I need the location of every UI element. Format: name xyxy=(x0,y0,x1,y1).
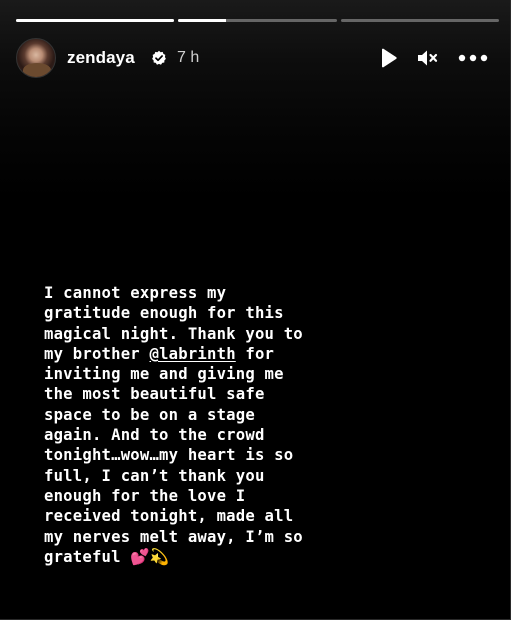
play-icon xyxy=(382,48,397,68)
caption-line: my nerves melt away, I’m so xyxy=(44,527,303,546)
progress-segment xyxy=(16,19,174,22)
caption-line: space to be on a stage xyxy=(44,405,255,424)
caption-line: full, I can’t thank you xyxy=(44,466,265,485)
two-hearts-emoji: 💕 xyxy=(130,547,150,566)
caption-line: I cannot express my xyxy=(44,284,227,302)
caption-line: inviting me and giving me xyxy=(44,365,284,384)
caption-text: grateful xyxy=(44,547,131,566)
caption-line: the most beautiful safe xyxy=(44,385,265,404)
progress-segment xyxy=(178,19,337,22)
verified-badge-icon xyxy=(152,50,166,65)
caption-line: gratitude enough for this xyxy=(44,304,284,323)
play-button[interactable] xyxy=(376,46,400,70)
story-viewer[interactable]: zendaya 7 h I cannot express my gratitud… xyxy=(0,0,511,620)
caption-line: magical night. Thank you to xyxy=(44,324,303,343)
story-header: zendaya 7 h xyxy=(16,38,499,78)
caption-line: received tonight, made all xyxy=(44,507,294,526)
mention-link[interactable]: @labrinth xyxy=(149,345,235,363)
more-options-button[interactable] xyxy=(458,46,488,70)
avatar[interactable] xyxy=(16,38,56,78)
caption-line-mention: my brother @labrinth for xyxy=(44,344,344,364)
more-horizontal-icon xyxy=(458,54,488,62)
caption-text: my brother xyxy=(44,344,150,363)
mute-button[interactable] xyxy=(415,46,439,70)
story-caption: I cannot express my gratitude enough for… xyxy=(44,283,344,567)
volume-muted-icon xyxy=(418,50,438,66)
progress-segment xyxy=(341,19,499,22)
post-time: 7 h xyxy=(177,49,200,66)
caption-line: tonight…wow…my heart is so xyxy=(44,446,294,465)
username[interactable]: zendaya xyxy=(67,48,135,68)
story-progress xyxy=(16,19,499,22)
caption-line: enough for the love I xyxy=(44,486,246,505)
caption-text: for xyxy=(235,344,275,363)
caption-line: again. And to the crowd xyxy=(44,426,265,445)
caption-line-last: grateful 💕💫 xyxy=(44,547,344,567)
dizzy-emoji: 💫 xyxy=(149,547,170,566)
